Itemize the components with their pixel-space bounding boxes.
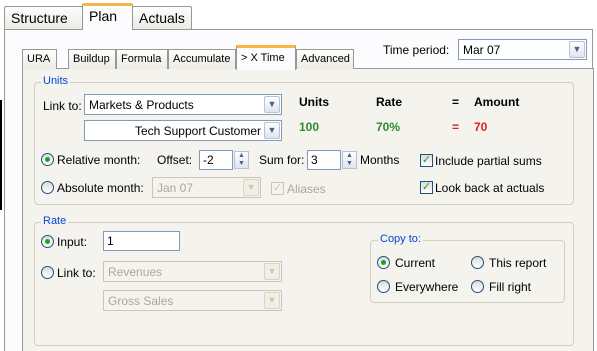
look-back-label: Look back at actuals — [435, 181, 545, 195]
look-back-checkbox[interactable]: ✓ — [420, 181, 433, 194]
copy-everywhere-radio[interactable] — [377, 280, 390, 293]
time-period-label: Time period: — [383, 43, 450, 57]
link-to-label: Link to: — [43, 99, 82, 113]
units-header: Units — [299, 95, 329, 109]
sum-for-label: Sum for: — [259, 153, 305, 167]
chevron-down-icon[interactable]: ▼ — [243, 179, 259, 196]
units-value: 100 — [299, 120, 320, 134]
chevron-down-icon[interactable]: ▼ — [264, 122, 280, 139]
rate-input-value: 1 — [107, 234, 114, 248]
copy-fill-right-radio[interactable] — [471, 280, 484, 293]
tab-label: Advanced — [301, 53, 350, 65]
include-partial-sums-checkbox[interactable]: ✓ — [420, 154, 433, 167]
tab-label: > X Time — [241, 52, 285, 64]
rate-sub-link-select[interactable]: Gross Sales ▼ — [103, 290, 282, 311]
tab-label: Accumulate — [173, 53, 231, 65]
tab-advanced[interactable]: Advanced — [296, 49, 354, 69]
copy-fill-right-label: Fill right — [489, 280, 532, 294]
chevron-down-icon[interactable]: ▼ — [264, 292, 280, 309]
copy-this-report-label: This report — [489, 256, 547, 270]
tab-accumulate[interactable]: Accumulate — [168, 49, 236, 69]
absolute-month-value: Jan 07 — [157, 181, 194, 195]
equals-header: = — [452, 95, 460, 109]
time-period-select[interactable]: Mar 07 ▼ — [458, 39, 587, 60]
tab-formula[interactable]: Formula — [116, 49, 168, 69]
amount-header: Amount — [474, 95, 520, 109]
link-to-select[interactable]: Markets & Products ▼ — [84, 94, 282, 115]
absolute-month-radio[interactable] — [41, 181, 54, 194]
link-to-value: Markets & Products — [89, 98, 194, 112]
rate-input-field[interactable]: 1 — [103, 231, 180, 251]
tab-label: Actuals — [139, 10, 185, 26]
rate-group-title: Rate — [41, 215, 69, 227]
tab-label: URA — [27, 53, 51, 65]
tab-label: Structure — [11, 10, 68, 26]
sub-link-value: Tech Support Customer — [134, 124, 261, 138]
units-group-title: Units — [41, 75, 71, 87]
copy-current-radio[interactable] — [377, 256, 390, 269]
offset-value: -2 — [203, 153, 214, 167]
offset-input[interactable]: -2 — [199, 150, 233, 170]
aliases-checkbox[interactable]: ✓ — [271, 182, 284, 195]
tab-structure[interactable]: Structure — [4, 6, 83, 29]
sub-link-select[interactable]: Tech Support Customer ▼ — [84, 120, 282, 141]
copy-current-label: Current — [395, 256, 436, 270]
offset-label: Offset: — [157, 153, 193, 167]
relative-month-radio[interactable] — [41, 153, 54, 166]
rate-input-radio[interactable] — [41, 235, 54, 248]
sum-for-value: 3 — [311, 153, 318, 167]
relative-month-label: Relative month: — [57, 153, 141, 167]
absolute-month-select[interactable]: Jan 07 ▼ — [152, 177, 261, 198]
rate-link-radio[interactable] — [41, 266, 54, 279]
chevron-down-icon[interactable]: ▼ — [569, 41, 585, 58]
aliases-label: Aliases — [287, 182, 326, 196]
sum-for-input[interactable]: 3 — [307, 150, 341, 170]
offset-spinner[interactable]: ▲ ▼ — [234, 151, 249, 169]
rate-link-select[interactable]: Revenues ▼ — [103, 261, 282, 282]
time-period-value: Mar 07 — [463, 43, 501, 57]
equals-sign: = — [452, 120, 460, 134]
copy-to-title: Copy to: — [378, 233, 423, 245]
rate-link-value: Revenues — [108, 265, 163, 279]
copy-everywhere-label: Everywhere — [395, 280, 459, 294]
tab-label: Formula — [121, 53, 162, 65]
absolute-month-label: Absolute month: — [57, 181, 144, 195]
copy-this-report-radio[interactable] — [471, 256, 484, 269]
rate-header: Rate — [376, 95, 403, 109]
tab-buildup[interactable]: Buildup — [68, 49, 116, 69]
window-edge — [0, 100, 2, 210]
rate-value: 70% — [376, 120, 401, 134]
rate-input-label: Input: — [57, 235, 88, 249]
rate-sub-link-value: Gross Sales — [108, 294, 174, 308]
include-partial-sums-label: Include partial sums — [435, 154, 542, 168]
chevron-down-icon[interactable]: ▼ — [264, 96, 280, 113]
tab-actuals[interactable]: Actuals — [132, 6, 192, 29]
sum-for-spinner[interactable]: ▲ ▼ — [342, 151, 357, 169]
tab-label: Buildup — [73, 53, 110, 65]
tab-label: Plan — [89, 8, 118, 24]
rate-link-label: Link to: — [57, 266, 96, 280]
tab-x-time[interactable]: > X Time — [236, 45, 296, 70]
chevron-down-icon[interactable]: ▼ — [264, 263, 280, 280]
tab-plan[interactable]: Plan — [82, 3, 133, 30]
tab-ura[interactable]: URA — [22, 49, 57, 69]
months-label: Months — [360, 153, 400, 167]
amount-value: 70 — [474, 120, 488, 134]
